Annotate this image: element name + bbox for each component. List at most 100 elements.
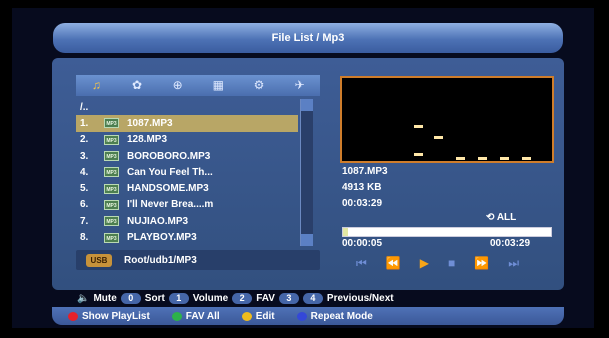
file-name: 128.MP3 <box>127 134 168 146</box>
item-number: 7. <box>80 215 89 227</box>
progress-fill <box>343 228 348 236</box>
item-number: 2. <box>80 134 89 146</box>
color-key-label: Show PlayList <box>82 310 150 322</box>
spectrum-preview <box>340 76 554 163</box>
list-scrollbar[interactable] <box>300 99 313 246</box>
playback-progress[interactable] <box>342 227 552 237</box>
parent-dir: /.. <box>80 101 89 113</box>
mp3-file-icon: MP3 <box>104 134 119 145</box>
satellite-icon[interactable]: ⊕ <box>168 78 188 93</box>
previous-next-label: Previous/Next <box>326 293 394 304</box>
repeat-label: ALL <box>496 212 517 223</box>
item-number: 4. <box>80 166 89 178</box>
track-duration: 00:03:29 <box>342 198 383 209</box>
list-item-parent[interactable]: /.. <box>76 99 298 115</box>
list-item[interactable]: 7. MP3 NUJIAO.MP3 <box>76 213 298 229</box>
green-key-fav-all[interactable]: FAV All <box>171 310 220 322</box>
usb-icon: USB <box>86 253 112 267</box>
file-list: /.. 1. MP3 1087.MP3 2. MP3 128.MP3 3. MP3 BORO… <box>76 99 298 246</box>
file-name: I'll Never Brea....m <box>127 199 214 211</box>
speaker-icon: 🔈 <box>77 293 90 304</box>
yellow-dot-icon <box>241 311 252 321</box>
spectrum-bar <box>522 157 531 160</box>
item-number: 1. <box>80 117 89 129</box>
scroll-down-arrow[interactable] <box>301 234 313 246</box>
repeat-mode: ⟲ ALL <box>486 212 516 223</box>
skip-back-icon[interactable]: ⏮ <box>356 256 367 271</box>
key-2[interactable]: 2 <box>232 293 253 304</box>
fast-forward-icon[interactable]: ⏩ <box>474 256 489 271</box>
mp3-file-icon: MP3 <box>104 216 119 227</box>
list-item[interactable]: 4. MP3 Can You Feel Th... <box>76 164 298 180</box>
item-number: 3. <box>80 150 89 162</box>
key-3[interactable]: 3 <box>278 293 299 304</box>
path-text: Root/udb1/MP3 <box>124 254 197 266</box>
media-tabs: ♫ ✿ ⊕ ▦ ⚙ ✈ <box>76 75 320 96</box>
spectrum-bar <box>456 157 465 160</box>
spectrum-bar <box>478 157 487 160</box>
photo-icon[interactable]: ✿ <box>127 78 147 93</box>
spectrum-bar <box>500 157 509 160</box>
mp3-file-icon: MP3 <box>104 151 119 162</box>
list-item[interactable]: 2. MP3 128.MP3 <box>76 132 298 148</box>
stop-icon[interactable]: ■ <box>448 256 455 271</box>
red-dot-icon <box>68 311 78 321</box>
list-item[interactable]: 8. MP3 PLAYBOY.MP3 <box>76 229 298 245</box>
mute-label: Mute <box>93 293 117 304</box>
file-name: Can You Feel Th... <box>127 166 213 178</box>
film-icon[interactable]: ▦ <box>208 78 228 93</box>
rewind-icon[interactable]: ⏪ <box>386 256 401 271</box>
title-text: File List / Mp3 <box>271 32 345 44</box>
repeat-icon: ⟲ <box>486 212 495 223</box>
list-item[interactable]: 5. MP3 HANDSOME.MP3 <box>76 180 298 196</box>
yellow-key-edit[interactable]: Edit <box>241 310 275 322</box>
item-number: 5. <box>80 183 89 195</box>
file-name: NUJIAO.MP3 <box>127 215 189 227</box>
file-name: HANDSOME.MP3 <box>127 183 209 195</box>
green-dot-icon <box>171 311 182 321</box>
key-0[interactable]: 0 <box>120 293 141 304</box>
key-1[interactable]: 1 <box>168 293 189 304</box>
file-size: 4913 KB <box>342 182 382 193</box>
mp3-file-icon: MP3 <box>104 232 119 243</box>
play-icon[interactable]: ▶ <box>420 256 429 271</box>
red-key-show-playlist[interactable]: Show PlayList <box>68 311 150 322</box>
color-key-label: FAV All <box>185 310 220 322</box>
color-key-bar: Show PlayList FAV All Edit Repeat Mode <box>52 307 564 325</box>
now-playing-file: 1087.MP3 <box>342 166 388 177</box>
list-item[interactable]: 3. MP3 BOROBORO.MP3 <box>76 148 298 164</box>
mp3-file-icon: MP3 <box>104 199 119 210</box>
file-name: PLAYBOY.MP3 <box>127 232 197 244</box>
mp3-file-icon: MP3 <box>104 167 119 178</box>
window-title: File List / Mp3 <box>53 23 563 53</box>
airplane-icon[interactable]: ✈ <box>290 78 310 93</box>
mp3-file-icon: MP3 <box>104 118 119 129</box>
settings-icon[interactable]: ⚙ <box>249 78 269 93</box>
skip-forward-icon[interactable]: ⏭ <box>508 256 519 271</box>
mp3-file-icon: MP3 <box>104 183 119 194</box>
blue-dot-icon <box>296 311 307 321</box>
help-bar: 🔈 Mute 0 Sort 1 Volume 2 FAV 3 4 Previou… <box>77 293 394 304</box>
color-key-label: Repeat Mode <box>310 310 373 322</box>
volume-label: Volume <box>192 293 229 304</box>
current-path: USB Root/udb1/MP3 <box>76 250 320 270</box>
list-item[interactable]: 6. MP3 I'll Never Brea....m <box>76 197 298 213</box>
spectrum-bar <box>434 136 443 139</box>
color-key-label: Edit <box>255 310 275 322</box>
blue-key-repeat-mode[interactable]: Repeat Mode <box>296 310 373 322</box>
music-folder-icon[interactable]: ♫ <box>86 78 106 93</box>
spectrum-bar <box>414 153 423 156</box>
scroll-up-arrow[interactable] <box>301 99 313 111</box>
playback-controls: ⏮ ⏪ ▶ ■ ⏩ ⏭ <box>356 256 519 271</box>
list-item[interactable]: 1. MP3 1087.MP3 <box>76 115 298 132</box>
file-name: BOROBORO.MP3 <box>127 150 211 162</box>
file-name: 1087.MP3 <box>127 117 173 129</box>
total-time: 00:03:29 <box>490 238 531 249</box>
key-4[interactable]: 4 <box>302 293 323 304</box>
spectrum-bar <box>414 125 423 128</box>
item-number: 6. <box>80 199 89 211</box>
item-number: 8. <box>80 232 89 244</box>
sort-label: Sort <box>144 293 165 304</box>
fav-label: FAV <box>256 293 275 304</box>
elapsed-time: 00:00:05 <box>342 238 383 249</box>
